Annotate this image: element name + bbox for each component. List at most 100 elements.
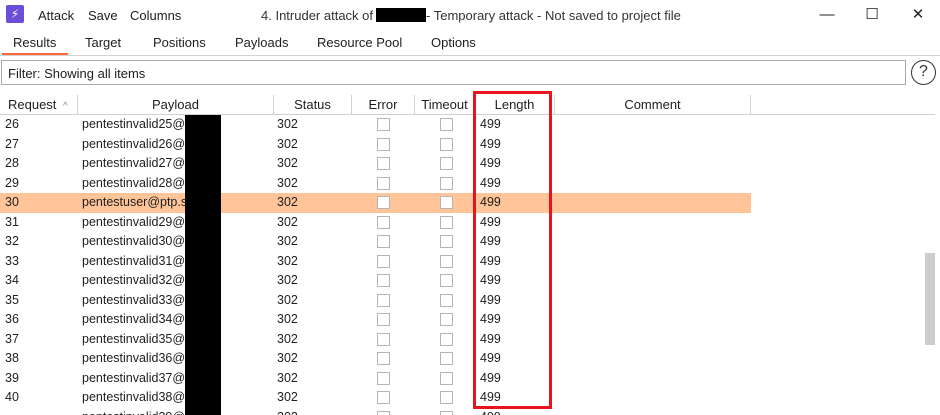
error-checkbox[interactable] (377, 118, 390, 131)
cell-status: 302 (277, 253, 298, 268)
cell-status: 302 (277, 117, 298, 131)
cell-request: 36 (5, 312, 19, 326)
timeout-checkbox[interactable] (440, 137, 453, 151)
cell-status: 302 (277, 214, 298, 229)
title-bar: ⚡ Attack Save Columns 4. Intruder attack… (0, 0, 940, 31)
error-checkbox[interactable] (377, 215, 390, 229)
error-checkbox[interactable] (377, 235, 390, 248)
cell-status: 302 (277, 331, 298, 346)
help-icon[interactable]: ? (911, 60, 936, 85)
cell-comment (555, 174, 745, 194)
timeout-checkbox[interactable] (440, 313, 453, 326)
cell-request: 40 (5, 390, 19, 404)
cell-comment (555, 154, 745, 174)
column-comment[interactable]: Comment (555, 95, 751, 115)
table-row[interactable]: 27 pentestinvalid26@ 302 499 (0, 134, 751, 154)
maximize-icon[interactable]: ☐ (857, 4, 887, 26)
cell-comment (555, 232, 745, 252)
cell-comment (555, 349, 745, 369)
table-row[interactable]: 33 pentestinvalid31@ 302 499 (0, 251, 751, 271)
menu-save[interactable]: Save (88, 8, 118, 23)
timeout-checkbox[interactable] (440, 196, 453, 209)
error-checkbox[interactable] (377, 391, 390, 404)
error-checkbox[interactable] (377, 371, 390, 385)
length-column-highlight-box (473, 91, 552, 409)
error-checkbox[interactable] (377, 176, 390, 190)
column-status[interactable]: Status (274, 95, 352, 115)
cell-payload: pentestinvalid25@ (82, 117, 186, 131)
cell-request: 28 (5, 156, 19, 170)
table-row[interactable]: 28 pentestinvalid27@ 302 499 (0, 154, 751, 174)
table-row[interactable]: 26 pentestinvalid25@ 302 499 (0, 115, 751, 135)
menu-columns[interactable]: Columns (130, 8, 181, 23)
table-row[interactable]: 30 pentestuser@ptp.s 302 499 (0, 193, 751, 213)
close-icon[interactable]: ✕ (903, 4, 933, 26)
timeout-checkbox[interactable] (440, 215, 453, 229)
cell-comment (555, 291, 745, 311)
filter-bar[interactable]: Filter: Showing all items (1, 60, 906, 85)
error-checkbox[interactable] (377, 410, 390, 415)
timeout-checkbox[interactable] (440, 332, 453, 346)
table-row[interactable]: pentestinvalid39@302499 (0, 407, 751, 415)
timeout-checkbox[interactable] (440, 274, 453, 287)
error-checkbox[interactable] (377, 313, 390, 326)
cell-status: 302 (277, 156, 298, 170)
error-checkbox[interactable] (377, 137, 390, 151)
timeout-checkbox[interactable] (440, 235, 453, 248)
column-error[interactable]: Error (352, 95, 415, 115)
table-row[interactable]: 39 pentestinvalid37@ 302 499 (0, 368, 751, 388)
table-row[interactable]: 37 pentestinvalid35@ 302 499 (0, 329, 751, 349)
column-request[interactable]: Request ^ (0, 95, 78, 115)
timeout-checkbox[interactable] (440, 352, 453, 365)
tab-resource-pool[interactable]: Resource Pool (317, 35, 402, 50)
timeout-checkbox[interactable] (440, 371, 453, 385)
tab-target[interactable]: Target (85, 35, 121, 50)
column-payload[interactable]: Payload (78, 95, 274, 115)
timeout-checkbox[interactable] (440, 157, 453, 170)
vertical-scrollbar-thumb[interactable] (925, 253, 935, 345)
error-checkbox[interactable] (377, 352, 390, 365)
cell-comment (555, 115, 745, 135)
table-row[interactable]: 32 pentestinvalid30@ 302 499 (0, 232, 751, 252)
redaction-bar (376, 8, 427, 22)
cell-comment (555, 193, 745, 213)
tab-positions[interactable]: Positions (153, 35, 206, 50)
cell-payload: pentestinvalid27@ (82, 156, 186, 170)
error-checkbox[interactable] (377, 332, 390, 346)
minimize-icon[interactable]: — (812, 4, 842, 26)
tab-options[interactable]: Options (431, 35, 476, 50)
error-checkbox[interactable] (377, 157, 390, 170)
error-checkbox[interactable] (377, 293, 390, 307)
error-checkbox[interactable] (377, 196, 390, 209)
table-row[interactable]: 34 pentestinvalid32@ 302 499 (0, 271, 751, 291)
error-checkbox[interactable] (377, 274, 390, 287)
cell-payload: pentestinvalid30@ (82, 234, 186, 248)
cell-status: 302 (277, 273, 298, 287)
timeout-checkbox[interactable] (440, 118, 453, 131)
timeout-checkbox[interactable] (440, 254, 453, 268)
table-row[interactable]: 31 pentestinvalid29@ 302 499 (0, 212, 751, 233)
cell-comment (555, 388, 745, 408)
table-row[interactable]: 35 pentestinvalid33@ 302 499 (0, 290, 751, 311)
table-row[interactable]: 36 pentestinvalid34@ 302 499 (0, 310, 751, 330)
cell-comment (555, 213, 745, 233)
window-title-suffix: - Temporary attack - Not saved to projec… (426, 8, 681, 23)
column-timeout[interactable]: Timeout (415, 95, 475, 115)
table-row[interactable]: 40 pentestinvalid38@ 302 499 (0, 388, 751, 408)
cell-request: 29 (5, 175, 19, 190)
cell-status: 302 (277, 136, 298, 151)
cell-comment (555, 310, 745, 330)
timeout-checkbox[interactable] (440, 293, 453, 307)
cell-status: 302 (277, 195, 298, 209)
cell-payload: pentestinvalid29@ (82, 214, 186, 229)
timeout-checkbox[interactable] (440, 410, 453, 415)
cell-payload: pentestinvalid34@ (82, 312, 186, 326)
table-row[interactable]: 29 pentestinvalid28@ 302 499 (0, 173, 751, 194)
timeout-checkbox[interactable] (440, 391, 453, 404)
tab-results[interactable]: Results (13, 35, 56, 50)
tab-payloads[interactable]: Payloads (235, 35, 288, 50)
menu-attack[interactable]: Attack (38, 8, 74, 23)
table-row[interactable]: 38 pentestinvalid36@ 302 499 (0, 349, 751, 369)
timeout-checkbox[interactable] (440, 176, 453, 190)
error-checkbox[interactable] (377, 254, 390, 268)
